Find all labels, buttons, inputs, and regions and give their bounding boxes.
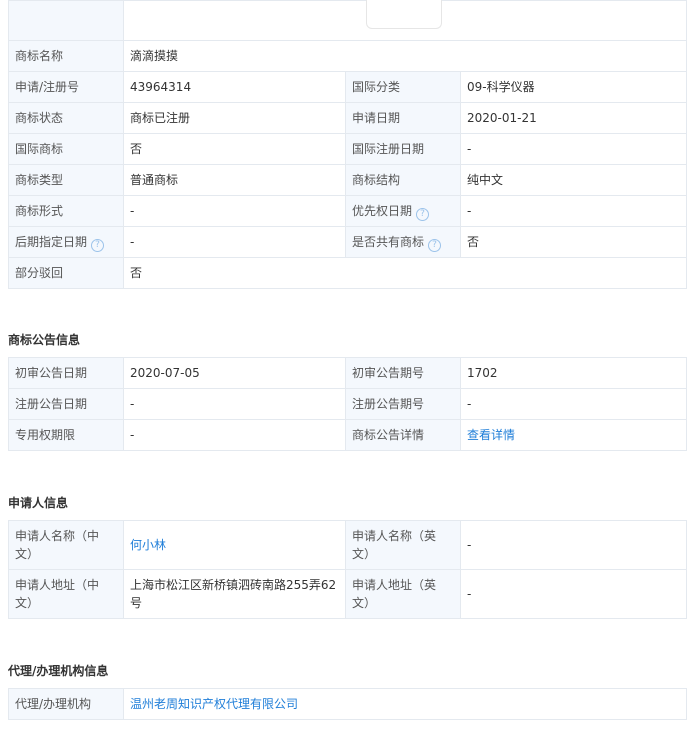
later-date-label: 后期指定日期 xyxy=(15,234,88,249)
partial-reject-value: 否 xyxy=(122,257,688,289)
priority-date-label: 优先权日期 xyxy=(352,203,413,218)
shared-label-cell: 是否共有商标? xyxy=(345,226,461,258)
reg-no-value: 43964314 xyxy=(123,71,346,103)
exclusive-period-value: - xyxy=(123,419,346,451)
help-icon[interactable]: ? xyxy=(416,207,430,221)
applicant-title: 申请人信息 xyxy=(8,496,69,510)
prelim-date-value: 2020-07-05 xyxy=(123,357,346,389)
table-row: 申请人地址（中文） 上海市松江区新桥镇泗砖南路255弄62号 申请人地址（英文）… xyxy=(8,569,687,619)
intl-reg-date-label: 国际注册日期 xyxy=(345,133,461,165)
announce-detail-label: 商标公告详情 xyxy=(345,419,461,451)
exclusive-period-label: 专用权期限 xyxy=(8,419,124,451)
applicant-section: 申请人名称（中文） 何小林 申请人名称（英文） - 申请人地址（中文） 上海市松… xyxy=(8,520,687,619)
announcement-title: 商标公告信息 xyxy=(8,333,81,347)
table-row: 商标状态 商标已注册 申请日期 2020-01-21 xyxy=(8,102,688,134)
table-row: 申请人名称（中文） 何小林 申请人名称（英文） - xyxy=(8,520,687,570)
reg-announce-no-value: - xyxy=(460,388,687,420)
table-row: 代理/办理机构 温州老周知识产权代理有限公司 xyxy=(8,688,687,720)
table-row xyxy=(8,0,688,41)
table-row: 商标类型 普通商标 商标结构 纯中文 xyxy=(8,164,688,196)
table-row: 商标名称 滴滴摸摸 xyxy=(8,40,688,72)
view-detail-link[interactable]: 查看详情 xyxy=(467,428,515,442)
status-value: 商标已注册 xyxy=(123,102,346,134)
intl-mark-label: 国际商标 xyxy=(8,133,124,165)
agency-title: 代理/办理机构信息 xyxy=(8,664,109,678)
announcement-table: 初审公告日期 2020-07-05 初审公告期号 1702 注册公告日期 - 注… xyxy=(8,357,687,451)
trademark-image[interactable] xyxy=(366,0,442,29)
agency-table: 代理/办理机构 温州老周知识产权代理有限公司 xyxy=(8,688,687,720)
partial-reject-label: 部分驳回 xyxy=(8,257,124,289)
trademark-name-value: 滴滴摸摸 xyxy=(122,40,688,72)
basic-info-section: 商标名称 滴滴摸摸 申请/注册号 43964314 国际分类 09-科学仪器 商… xyxy=(8,0,688,289)
prelim-date-label: 初审公告日期 xyxy=(8,357,124,389)
type-label: 商标类型 xyxy=(8,164,124,196)
priority-date-value: - xyxy=(459,195,688,227)
later-date-value: - xyxy=(123,226,346,258)
apply-date-value: 2020-01-21 xyxy=(459,102,688,134)
prelim-no-label: 初审公告期号 xyxy=(345,357,461,389)
applicant-name-en-value: - xyxy=(460,520,687,570)
intl-mark-value: 否 xyxy=(123,133,346,165)
help-icon[interactable]: ? xyxy=(91,238,105,252)
applicant-name-en-label: 申请人名称（英文） xyxy=(345,520,461,570)
priority-date-label-cell: 优先权日期? xyxy=(345,195,461,227)
help-icon[interactable]: ? xyxy=(428,238,442,252)
agency-cell: 温州老周知识产权代理有限公司 xyxy=(123,688,687,720)
announce-detail-cell: 查看详情 xyxy=(460,419,687,451)
applicant-name-cn-cell: 何小林 xyxy=(123,520,346,570)
apply-date-label: 申请日期 xyxy=(345,102,461,134)
table-row: 国际商标 否 国际注册日期 - xyxy=(8,133,688,165)
intl-class-label: 国际分类 xyxy=(345,71,461,103)
applicant-name-cn-label: 申请人名称（中文） xyxy=(8,520,124,570)
applicant-name-link[interactable]: 何小林 xyxy=(130,538,166,552)
reg-announce-no-label: 注册公告期号 xyxy=(345,388,461,420)
top-label-cell xyxy=(8,0,124,41)
table-row: 商标形式 - 优先权日期? - xyxy=(8,195,688,227)
applicant-addr-cn-value: 上海市松江区新桥镇泗砖南路255弄62号 xyxy=(123,569,346,619)
reg-announce-date-value: - xyxy=(123,388,346,420)
prelim-no-value: 1702 xyxy=(460,357,687,389)
agency-section: 代理/办理机构 温州老周知识产权代理有限公司 xyxy=(8,688,687,720)
table-row: 专用权期限 - 商标公告详情 查看详情 xyxy=(8,419,687,451)
structure-label: 商标结构 xyxy=(345,164,461,196)
reg-no-label: 申请/注册号 xyxy=(8,71,124,103)
reg-announce-date-label: 注册公告日期 xyxy=(8,388,124,420)
intl-class-value: 09-科学仪器 xyxy=(459,71,688,103)
status-label: 商标状态 xyxy=(8,102,124,134)
agency-link[interactable]: 温州老周知识产权代理有限公司 xyxy=(130,697,298,711)
form-label: 商标形式 xyxy=(8,195,124,227)
type-value: 普通商标 xyxy=(123,164,346,196)
applicant-addr-cn-label: 申请人地址（中文） xyxy=(8,569,124,619)
announcement-section: 初审公告日期 2020-07-05 初审公告期号 1702 注册公告日期 - 注… xyxy=(8,357,687,451)
agency-label: 代理/办理机构 xyxy=(8,688,124,720)
basic-info-table: 商标名称 滴滴摸摸 申请/注册号 43964314 国际分类 09-科学仪器 商… xyxy=(8,0,688,289)
applicant-addr-en-value: - xyxy=(460,569,687,619)
table-row: 申请/注册号 43964314 国际分类 09-科学仪器 xyxy=(8,71,688,103)
applicant-table: 申请人名称（中文） 何小林 申请人名称（英文） - 申请人地址（中文） 上海市松… xyxy=(8,520,687,619)
shared-label: 是否共有商标 xyxy=(352,234,425,249)
structure-value: 纯中文 xyxy=(459,164,688,196)
form-value: - xyxy=(123,195,346,227)
intl-reg-date-value: - xyxy=(459,133,688,165)
table-row: 注册公告日期 - 注册公告期号 - xyxy=(8,388,687,420)
table-row: 初审公告日期 2020-07-05 初审公告期号 1702 xyxy=(8,357,687,389)
table-row: 部分驳回 否 xyxy=(8,257,688,289)
trademark-name-label: 商标名称 xyxy=(8,40,124,72)
table-row: 后期指定日期? - 是否共有商标? 否 xyxy=(8,226,688,258)
applicant-addr-en-label: 申请人地址（英文） xyxy=(345,569,461,619)
later-date-label-cell: 后期指定日期? xyxy=(8,226,124,258)
shared-value: 否 xyxy=(459,226,688,258)
